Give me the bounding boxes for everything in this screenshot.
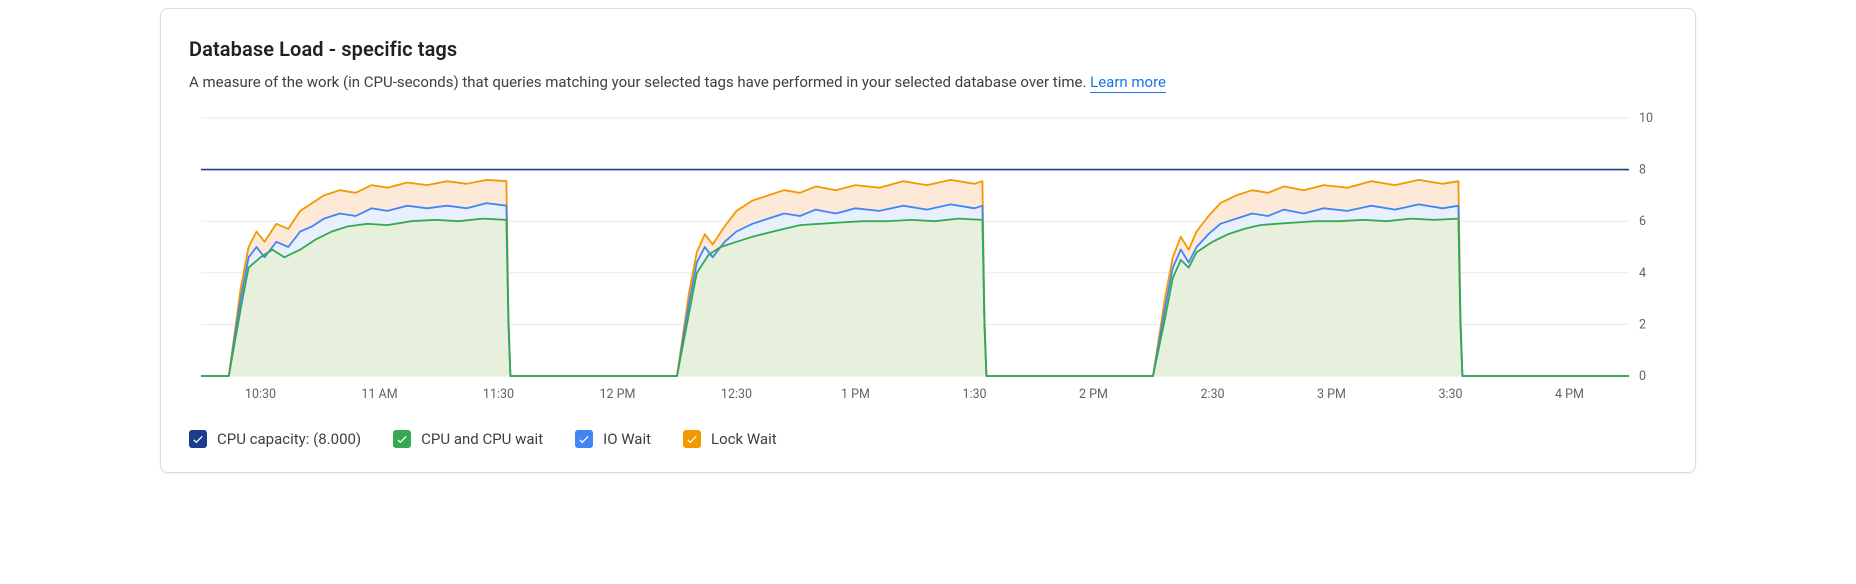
svg-text:11 AM: 11 AM <box>361 387 397 402</box>
svg-text:2 PM: 2 PM <box>1079 387 1108 402</box>
learn-more-link[interactable]: Learn more <box>1090 73 1166 93</box>
legend-item-cpu-capacity[interactable]: CPU capacity: (8.000) <box>189 430 361 448</box>
legend-label: CPU capacity: (8.000) <box>217 430 361 448</box>
card-subtitle: A measure of the work (in CPU-seconds) t… <box>189 71 1667 94</box>
card-title: Database Load - specific tags <box>189 37 1667 61</box>
database-load-chart: 0 2 4 6 8 10 10:30 11 AM 11:30 12 PM 12:30 1 PM 1:30… <box>189 112 1669 412</box>
svg-text:10:30: 10:30 <box>245 387 276 402</box>
svg-text:2:30: 2:30 <box>1200 387 1224 402</box>
svg-text:3:30: 3:30 <box>1438 387 1462 402</box>
chart-legend: CPU capacity: (8.000) CPU and CPU wait I… <box>189 430 1667 448</box>
svg-text:4 PM: 4 PM <box>1555 387 1584 402</box>
legend-item-io-wait[interactable]: IO Wait <box>575 430 651 448</box>
svg-text:4: 4 <box>1639 265 1646 280</box>
svg-text:1 PM: 1 PM <box>841 387 870 402</box>
subtitle-text: A measure of the work (in CPU-seconds) t… <box>189 73 1090 91</box>
svg-text:3 PM: 3 PM <box>1317 387 1346 402</box>
svg-text:6: 6 <box>1639 214 1646 229</box>
legend-label: IO Wait <box>603 430 651 448</box>
database-load-card: Database Load - specific tags A measure … <box>160 8 1696 473</box>
legend-item-cpu-wait[interactable]: CPU and CPU wait <box>393 430 543 448</box>
legend-label: Lock Wait <box>711 430 777 448</box>
checkbox-icon <box>393 430 411 448</box>
checkbox-icon <box>189 430 207 448</box>
svg-text:8: 8 <box>1639 162 1646 177</box>
checkbox-icon <box>683 430 701 448</box>
svg-text:12 PM: 12 PM <box>600 387 636 402</box>
svg-text:12:30: 12:30 <box>721 387 752 402</box>
svg-text:0: 0 <box>1639 369 1646 384</box>
chart-container: 0 2 4 6 8 10 10:30 11 AM 11:30 12 PM 12:30 1 PM 1:30… <box>189 112 1667 412</box>
legend-label: CPU and CPU wait <box>421 430 543 448</box>
svg-text:10: 10 <box>1639 112 1653 126</box>
svg-text:11:30: 11:30 <box>483 387 514 402</box>
legend-item-lock-wait[interactable]: Lock Wait <box>683 430 777 448</box>
svg-text:2: 2 <box>1639 317 1646 332</box>
checkbox-icon <box>575 430 593 448</box>
svg-text:1:30: 1:30 <box>962 387 986 402</box>
